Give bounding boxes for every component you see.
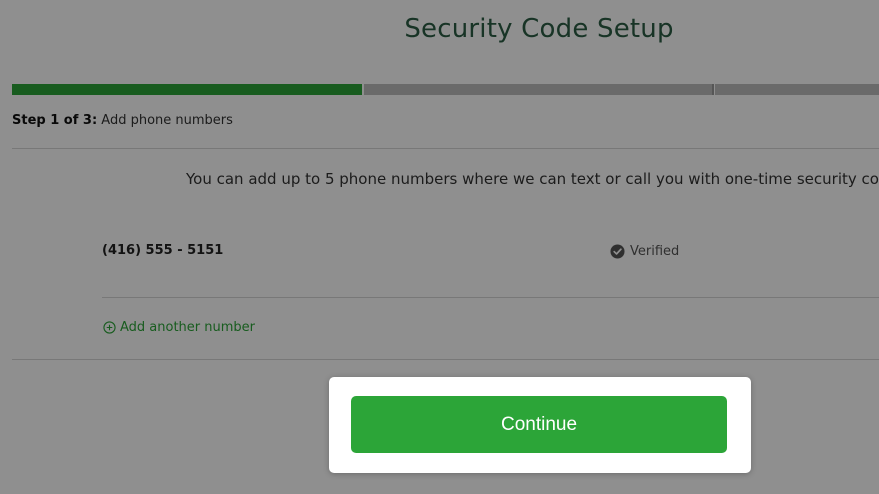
continue-button[interactable]: Continue	[351, 396, 727, 453]
continue-highlight: Continue	[329, 377, 751, 473]
